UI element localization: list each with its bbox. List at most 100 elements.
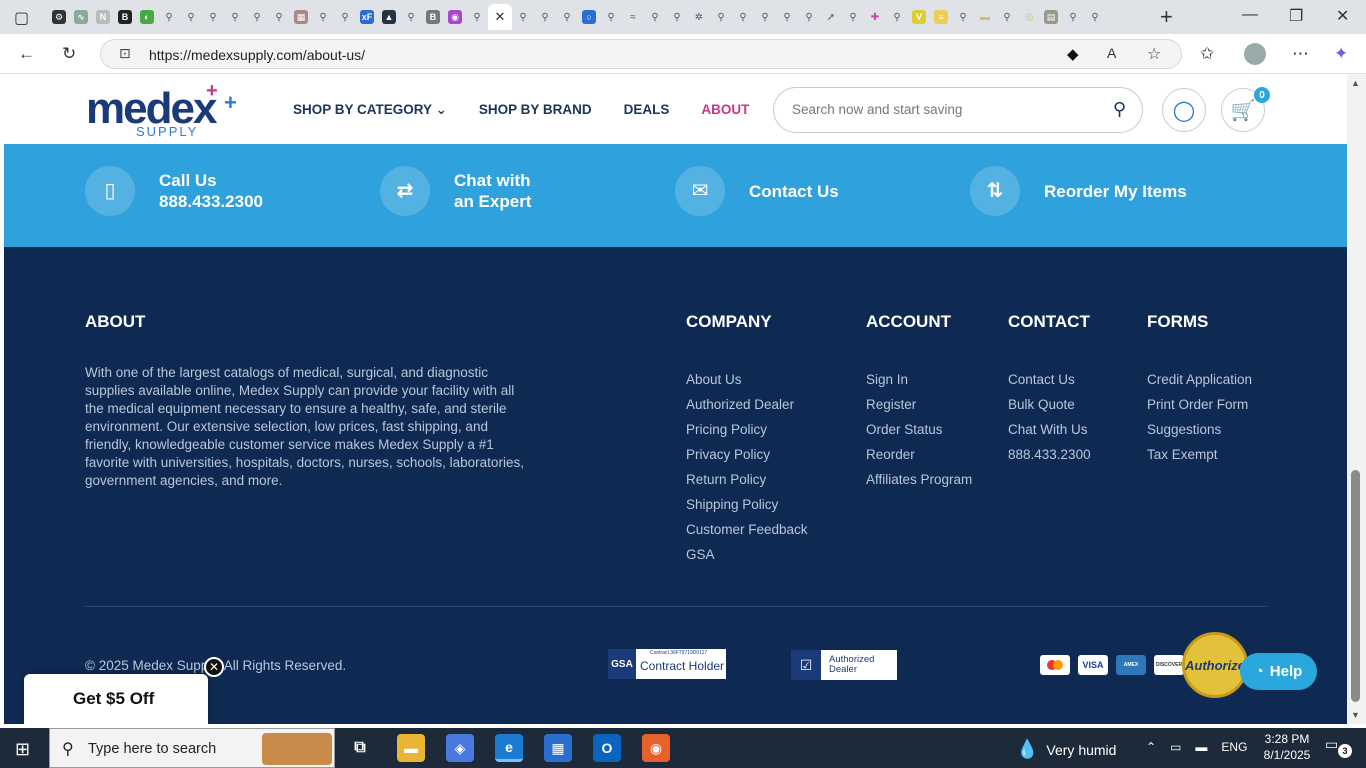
copilot-icon[interactable]: ✦: [1334, 44, 1348, 64]
footer-link-print-order-form[interactable]: Print Order Form: [1147, 392, 1252, 417]
close-window-button[interactable]: ✕: [1336, 6, 1349, 26]
promo-banner[interactable]: Get $5 Off: [24, 674, 208, 724]
taskbar-clock[interactable]: 3:28 PM 8/1/2025: [1257, 731, 1317, 763]
browser-tab[interactable]: ▬: [974, 4, 996, 30]
nav-deals[interactable]: DEALS: [624, 102, 670, 118]
browser-tab[interactable]: ▤: [1040, 4, 1062, 30]
url-text[interactable]: https://medexsupply.com/about-us/: [149, 47, 365, 63]
firefox-icon[interactable]: ◉: [642, 734, 670, 762]
footer-link-phone[interactable]: 888.433.2300: [1008, 442, 1091, 467]
minimize-button[interactable]: —: [1242, 6, 1258, 24]
browser-tab[interactable]: V: [908, 4, 930, 30]
footer-link-return-policy[interactable]: Return Policy: [686, 467, 808, 492]
new-tab-button[interactable]: +: [1160, 4, 1173, 30]
footer-link-credit-application[interactable]: Credit Application: [1147, 367, 1252, 392]
footer-link-contact-us[interactable]: Contact Us: [1008, 367, 1091, 392]
footer-link-suggestions[interactable]: Suggestions: [1147, 417, 1252, 442]
footer-link-order-status[interactable]: Order Status: [866, 417, 972, 442]
footer-link-bulk-quote[interactable]: Bulk Quote: [1008, 392, 1091, 417]
browser-tab[interactable]: N: [92, 4, 114, 30]
browser-tab[interactable]: ⚲: [842, 4, 864, 30]
browser-tab[interactable]: ⚲: [556, 4, 578, 30]
footer-link-pricing-policy[interactable]: Pricing Policy: [686, 417, 808, 442]
account-button[interactable]: ◯: [1162, 88, 1206, 132]
browser-tab[interactable]: ◉: [444, 4, 466, 30]
ms-store-icon[interactable]: ▦: [544, 734, 572, 762]
search-input[interactable]: Search now and start saving ⚲: [773, 87, 1143, 133]
back-icon[interactable]: ←: [18, 44, 35, 64]
edge-browser-icon[interactable]: e: [495, 734, 523, 762]
browser-tab[interactable]: ✚: [864, 4, 886, 30]
browser-tab[interactable]: xF: [356, 4, 378, 30]
page-scrollbar[interactable]: ▲ ▼: [1347, 74, 1366, 724]
tab-actions-icon[interactable]: ▢: [14, 8, 29, 28]
browser-tab[interactable]: ⚲: [512, 4, 534, 30]
call-us-item[interactable]: ▯ Call Us 888.433.2300: [85, 166, 263, 216]
browser-tab[interactable]: ⚲: [180, 4, 202, 30]
footer-link-register[interactable]: Register: [866, 392, 972, 417]
footer-link-gsa[interactable]: GSA: [686, 542, 808, 567]
footer-link-privacy-policy[interactable]: Privacy Policy: [686, 442, 808, 467]
scrollbar-thumb[interactable]: [1351, 470, 1360, 702]
close-promo-icon[interactable]: ✕: [204, 657, 224, 677]
task-view-icon[interactable]: ⧉: [346, 734, 374, 762]
maximize-button[interactable]: ❐: [1289, 6, 1303, 26]
url-field[interactable]: ⊡ https://medexsupply.com/about-us/ ◆ A …: [100, 39, 1182, 69]
browser-tab[interactable]: ⚲: [754, 4, 776, 30]
browser-tab[interactable]: ⚲: [202, 4, 224, 30]
browser-tab[interactable]: ○: [578, 4, 600, 30]
scroll-up-arrow-icon[interactable]: ▲: [1351, 78, 1360, 88]
file-explorer-icon[interactable]: ▬: [397, 734, 425, 762]
browser-tab[interactable]: ⚲: [952, 4, 974, 30]
browser-tab[interactable]: ⚲: [158, 4, 180, 30]
browser-tab[interactable]: ▲: [378, 4, 400, 30]
browser-tab[interactable]: ⚲: [268, 4, 290, 30]
browser-tab[interactable]: B: [114, 4, 136, 30]
medex-logo[interactable]: medex + + SUPPLY: [86, 80, 246, 140]
browser-tab[interactable]: ➚: [820, 4, 842, 30]
browser-tab[interactable]: ⚲: [996, 4, 1018, 30]
contact-us-item[interactable]: ✉ Contact Us: [675, 166, 839, 216]
windows-start-icon[interactable]: ⊞: [15, 739, 30, 760]
language-indicator[interactable]: ENG: [1221, 740, 1247, 754]
copilot-app-icon[interactable]: ◈: [446, 734, 474, 762]
notifications-button[interactable]: ▭ 3: [1325, 736, 1353, 760]
site-info-icon[interactable]: ⊡: [119, 45, 131, 62]
browser-tab[interactable]: ⚲: [334, 4, 356, 30]
authorized-dealer-badge[interactable]: ☑ Authorized Dealer: [791, 650, 897, 680]
battery-icon[interactable]: ▬: [1195, 740, 1207, 754]
outlook-icon[interactable]: O: [593, 734, 621, 762]
cart-button[interactable]: 🛒 0: [1221, 87, 1270, 132]
reorder-item[interactable]: ⇅ Reorder My Items: [970, 166, 1187, 216]
browser-tab[interactable]: ⚲: [400, 4, 422, 30]
footer-link-about-us[interactable]: About Us: [686, 367, 808, 392]
search-icon[interactable]: ⚲: [1113, 99, 1126, 120]
browser-tab[interactable]: ⚲: [1062, 4, 1084, 30]
browser-tab[interactable]: B: [422, 4, 444, 30]
browser-tab[interactable]: ⚲: [246, 4, 268, 30]
browser-tab[interactable]: ◎: [1018, 4, 1040, 30]
taskbar-search-box[interactable]: ⚲ Type here to search: [49, 728, 335, 768]
footer-link-customer-feedback[interactable]: Customer Feedback: [686, 517, 808, 542]
browser-tab[interactable]: ≡: [930, 4, 952, 30]
footer-link-authorized-dealer[interactable]: Authorized Dealer: [686, 392, 808, 417]
more-menu-icon[interactable]: ⋯: [1292, 44, 1309, 64]
nav-shop-by-brand[interactable]: SHOP BY BRAND: [479, 102, 592, 118]
nav-shop-by-category[interactable]: SHOP BY CATEGORY ⌄: [293, 102, 447, 118]
footer-link-sign-in[interactable]: Sign In: [866, 367, 972, 392]
browser-tab[interactable]: ⚲: [798, 4, 820, 30]
browser-tab[interactable]: ⚙: [48, 4, 70, 30]
browser-tab[interactable]: ∿: [70, 4, 92, 30]
browser-tab[interactable]: ⚲: [886, 4, 908, 30]
browser-tab[interactable]: ⚲: [1084, 4, 1106, 30]
browser-tab-active[interactable]: ✕: [488, 4, 512, 30]
tab-close-icon[interactable]: ✕: [495, 9, 506, 25]
browser-tab[interactable]: ⚲: [732, 4, 754, 30]
browser-tab[interactable]: ⚲: [534, 4, 556, 30]
network-icon[interactable]: ▭: [1170, 740, 1181, 754]
browser-tab[interactable]: ⚲: [600, 4, 622, 30]
browser-tab[interactable]: ⚲: [644, 4, 666, 30]
browser-tab[interactable]: ⚲: [312, 4, 334, 30]
read-aloud-icon[interactable]: A: [1107, 45, 1116, 61]
favorite-star-icon[interactable]: ☆: [1147, 44, 1161, 64]
